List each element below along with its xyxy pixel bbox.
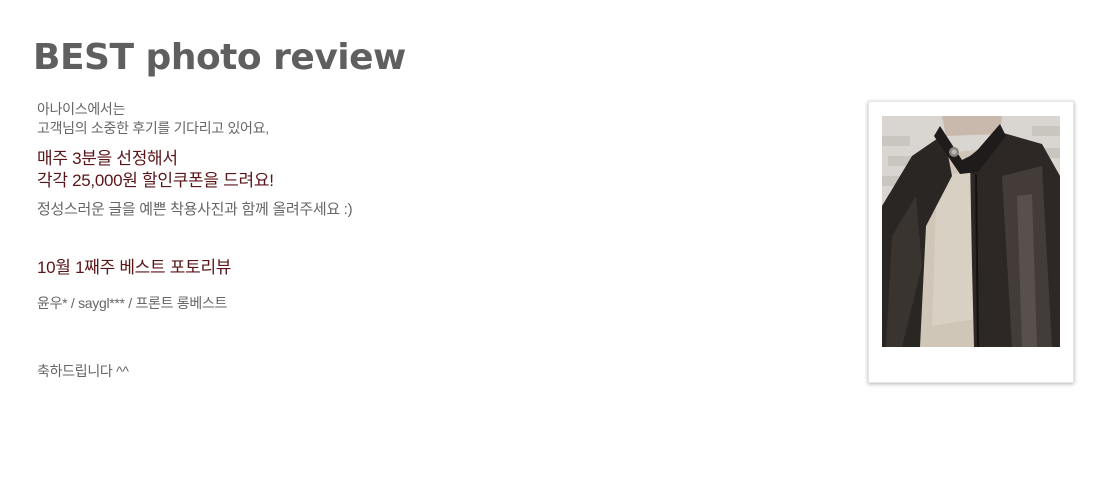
highlight-line-1: 매주 3분을 선정해서 bbox=[37, 149, 178, 168]
winners-list: 윤우* / saygl*** / 프론트 롱베스트 bbox=[37, 295, 228, 311]
review-photo[interactable] bbox=[882, 116, 1060, 347]
week-title: 10월 1째주 베스트 포토리뷰 bbox=[37, 258, 232, 277]
intro-line-2: 고객님의 소중한 후기를 기다리고 있어요, bbox=[37, 120, 269, 136]
congrats-text: 축하드립니다 ^^ bbox=[37, 363, 129, 379]
guide-text: 정성스러운 글을 예쁜 착용사진과 함께 올려주세요 :) bbox=[37, 201, 353, 218]
page-title: BEST photo review bbox=[33, 37, 406, 78]
intro-line-1: 아나이스에서는 bbox=[37, 101, 126, 117]
highlight-line-2: 각각 25,000원 할인쿠폰을 드려요! bbox=[37, 171, 274, 190]
review-photo-card[interactable] bbox=[868, 101, 1074, 383]
review-content: 아나이스에서는 고객님의 소중한 후기를 기다리고 있어요, 매주 3분을 선정… bbox=[37, 100, 637, 381]
coupon-highlight: 매주 3분을 선정해서 각각 25,000원 할인쿠폰을 드려요! bbox=[37, 148, 637, 192]
intro-text: 아나이스에서는 고객님의 소중한 후기를 기다리고 있어요, bbox=[37, 100, 637, 138]
